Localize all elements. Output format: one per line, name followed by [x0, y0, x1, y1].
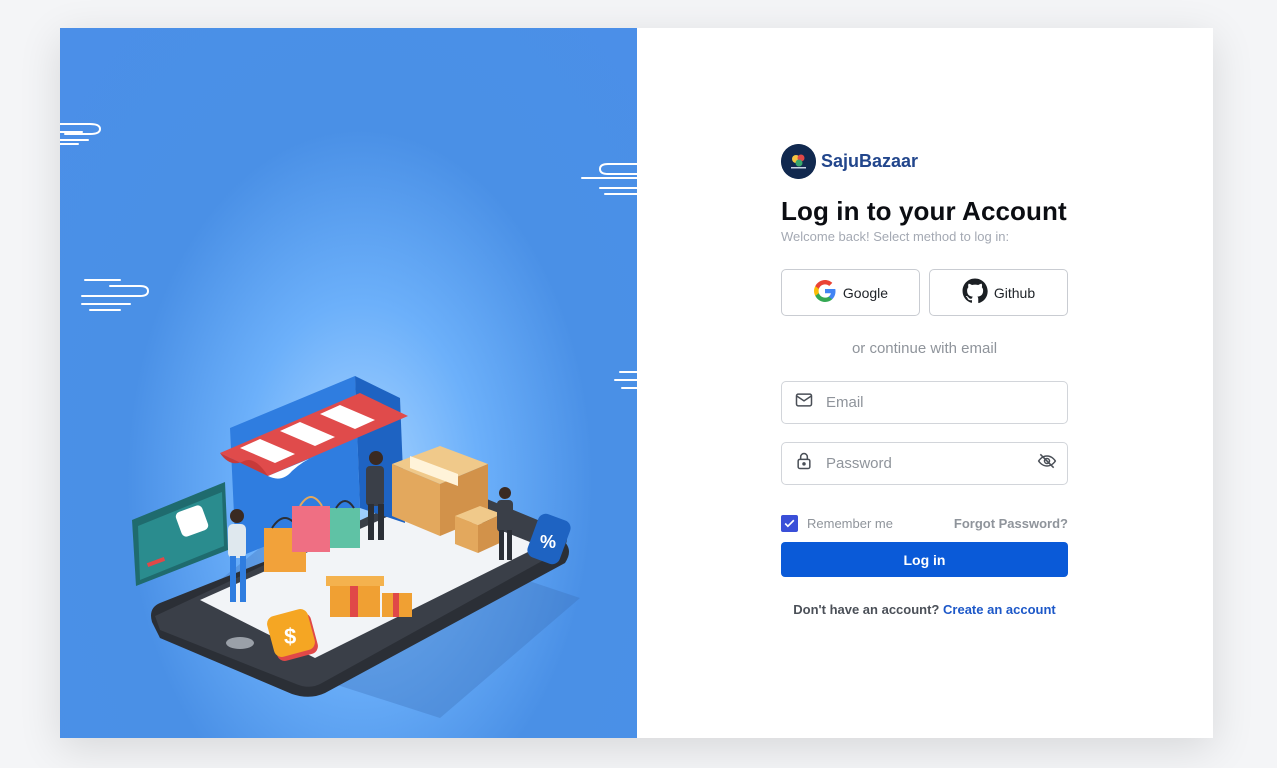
password-field-wrapper	[781, 442, 1068, 485]
login-form-panel: SajuBazaar Log in to your Account Welcom…	[637, 28, 1213, 738]
github-icon	[962, 278, 988, 307]
shopping-illustration: $ %	[60, 123, 637, 718]
brand-name: SajuBazaar	[821, 150, 919, 171]
email-field[interactable]	[826, 394, 1055, 411]
signup-prompt-text: Don't have an account?	[793, 602, 940, 617]
login-button[interactable]: Log in	[781, 542, 1068, 577]
login-form: SajuBazaar Log in to your Account Welcom…	[781, 143, 1068, 617]
brand-logo-icon	[781, 143, 816, 179]
page-title: Log in to your Account	[781, 196, 1067, 226]
hero-illustration-panel: $ %	[60, 28, 637, 738]
create-account-link[interactable]: Create an account	[943, 602, 1056, 617]
envelope-icon	[794, 390, 814, 415]
remember-me-checkbox[interactable]: Remember me	[781, 514, 893, 532]
github-login-button[interactable]: Github	[929, 269, 1068, 316]
lock-icon	[794, 451, 814, 476]
google-login-label: Google	[842, 284, 889, 301]
brand: SajuBazaar	[781, 143, 1068, 179]
login-card: $ % SajuBazaar Log in to your Account We…	[60, 28, 1213, 738]
svg-text:$: $	[284, 624, 296, 649]
page-subtitle: Welcome back! Select method to log in:	[781, 229, 1010, 244]
wind-swirls	[60, 123, 637, 389]
credit-card-illustration	[132, 482, 228, 586]
google-icon	[813, 279, 837, 306]
form-options-row: Remember me Forgot Password?	[781, 514, 1068, 532]
google-login-button[interactable]: Google	[781, 269, 920, 316]
password-field[interactable]	[826, 455, 1025, 472]
social-login-group: Google Github	[781, 269, 1068, 316]
email-field-wrapper	[781, 381, 1068, 424]
remember-me-label: Remember me	[807, 515, 893, 531]
github-login-label: Github	[993, 284, 1036, 301]
email-divider-text: or continue with email	[851, 340, 998, 357]
forgot-password-link[interactable]: Forgot Password?	[954, 516, 1068, 531]
eye-off-icon[interactable]	[1037, 451, 1057, 476]
signup-prompt: Don't have an account? Create an account	[781, 602, 1068, 617]
svg-text:%: %	[540, 532, 556, 552]
checkbox-box[interactable]	[781, 514, 798, 532]
check-icon	[784, 519, 795, 527]
